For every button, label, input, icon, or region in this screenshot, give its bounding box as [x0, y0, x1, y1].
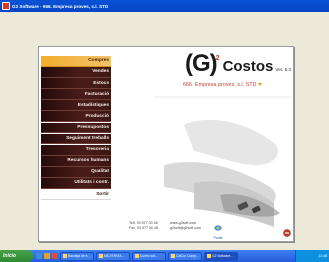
- taskbar-item[interactable]: MiCi ENVIA...: [96, 251, 130, 261]
- window-icon: [171, 254, 175, 258]
- decorative-artwork: [154, 96, 290, 227]
- menu-item-label: Producció: [85, 113, 109, 119]
- email-link[interactable]: g2soft@g2soft.com: [170, 226, 201, 231]
- media-icon[interactable]: [52, 253, 58, 259]
- company-selector[interactable]: 666. Empresa proves, s.l. STD: [183, 82, 263, 88]
- fax-text: Fax. 93 577 00 48: [129, 225, 158, 230]
- product-name: Costos: [222, 58, 274, 75]
- contact-web: www.g2soft.com g2soft@g2soft.com: [170, 221, 201, 230]
- version-label: Ver. 6.3: [275, 67, 291, 72]
- menu-item-recursos-humans[interactable]: Recursos humans: [41, 155, 111, 167]
- folder-icon[interactable]: [44, 253, 50, 259]
- menu-item-estadistiques[interactable]: Estadístiques: [41, 100, 111, 112]
- menu-item-compres[interactable]: Compres: [41, 56, 111, 67]
- menu-item-label: Compres: [88, 58, 109, 64]
- menu-item-produccio[interactable]: Producció: [41, 111, 111, 123]
- taskbar-item-label: G2 Software...: [212, 254, 234, 258]
- company-name: 666. Empresa proves, s.l. STD: [183, 82, 257, 88]
- start-button[interactable]: Inicio: [0, 250, 33, 262]
- taskbar-item-label: MiCi ENVIA...: [104, 254, 125, 258]
- contact-phone: Telf. 93 577 00 48 Fax. 93 577 00 48: [129, 221, 158, 230]
- taskbar: Inicio Bandeja de e... MiCi ENVIA... Cun…: [0, 250, 329, 262]
- taskbar-item-label: Cuneo sof...: [140, 254, 158, 258]
- menu-item-label: Estocs: [93, 80, 109, 86]
- window-icon: [207, 254, 211, 258]
- window-titlebar: G2 Software - 666. Empresa proves, s.l. …: [0, 0, 329, 12]
- window-icon: [63, 254, 67, 258]
- menu-item-label: Qualitat: [91, 169, 109, 175]
- taskbar-item-label: CalCur Comp...: [176, 254, 199, 258]
- telephone-text: Telf. 93 577 00 48: [129, 221, 158, 225]
- menu-item-vendes[interactable]: Vendes: [41, 67, 111, 78]
- menu-item-label: Utilitats i contr.: [74, 180, 109, 186]
- menu-item-seguiment-treballs[interactable]: Seguiment treballs: [41, 133, 111, 145]
- taskbar-item-label: Bandeja de e...: [68, 254, 91, 258]
- main-panel: Compres Vendes Estocs Facturació Estadís…: [38, 46, 294, 242]
- start-label: Inicio: [3, 253, 17, 259]
- workspace: Compres Vendes Estocs Facturació Estadís…: [0, 12, 329, 250]
- portal-button[interactable]: Portal: [213, 218, 223, 240]
- menu-item-label: Vendes: [92, 69, 109, 75]
- menu-item-label: Sortir: [96, 191, 109, 197]
- menu-item-qualitat[interactable]: Qualitat: [41, 166, 111, 178]
- menu-item-facturacio[interactable]: Facturació: [41, 89, 111, 101]
- portal-icon: [214, 225, 222, 231]
- menu-item-sortir[interactable]: Sortir: [41, 189, 111, 200]
- menu-item-label: Recursos humans: [67, 158, 109, 164]
- menu-item-utilitats[interactable]: Utilitats i contr.: [41, 178, 111, 189]
- menu-item-estocs[interactable]: Estocs: [41, 78, 111, 89]
- clock: 11:48: [318, 254, 327, 258]
- quick-launch: [36, 253, 58, 259]
- app-icon: [2, 2, 10, 10]
- dropdown-arrow-icon: [258, 83, 263, 87]
- window-icon: [99, 254, 103, 258]
- taskbar-item[interactable]: CalCur Comp...: [168, 251, 202, 261]
- menu-item-pressupostos[interactable]: Pressupostos: [41, 122, 111, 134]
- window-title: G2 Software - 666. Empresa proves, s.l. …: [12, 3, 109, 9]
- exit-icon[interactable]: [283, 229, 291, 237]
- portal-label: Portal: [213, 236, 223, 240]
- taskbar-item[interactable]: Cuneo sof...: [132, 251, 166, 261]
- product-brand: (G) 2 Costos Ver. 6.3: [185, 50, 291, 77]
- menu-item-label: Pressupostos: [77, 124, 109, 130]
- menu-item-tresoreria[interactable]: Tresoreria: [41, 144, 111, 156]
- menu-item-label: Tresoreria: [85, 147, 109, 153]
- system-tray: 11:48: [295, 250, 329, 262]
- window-icon: [135, 254, 139, 258]
- g2-logo: (G): [185, 50, 218, 77]
- g2-logo-superscript: 2: [215, 55, 220, 62]
- taskbar-item[interactable]: Bandeja de e...: [60, 251, 94, 261]
- taskbar-item-active[interactable]: G2 Software...: [204, 251, 238, 261]
- module-menu: Compres Vendes Estocs Facturació Estadís…: [41, 56, 111, 200]
- browser-icon[interactable]: [36, 253, 42, 259]
- menu-item-label: Seguiment treballs: [66, 136, 109, 142]
- menu-item-label: Estadístiques: [77, 102, 109, 108]
- menu-item-label: Facturació: [84, 91, 109, 97]
